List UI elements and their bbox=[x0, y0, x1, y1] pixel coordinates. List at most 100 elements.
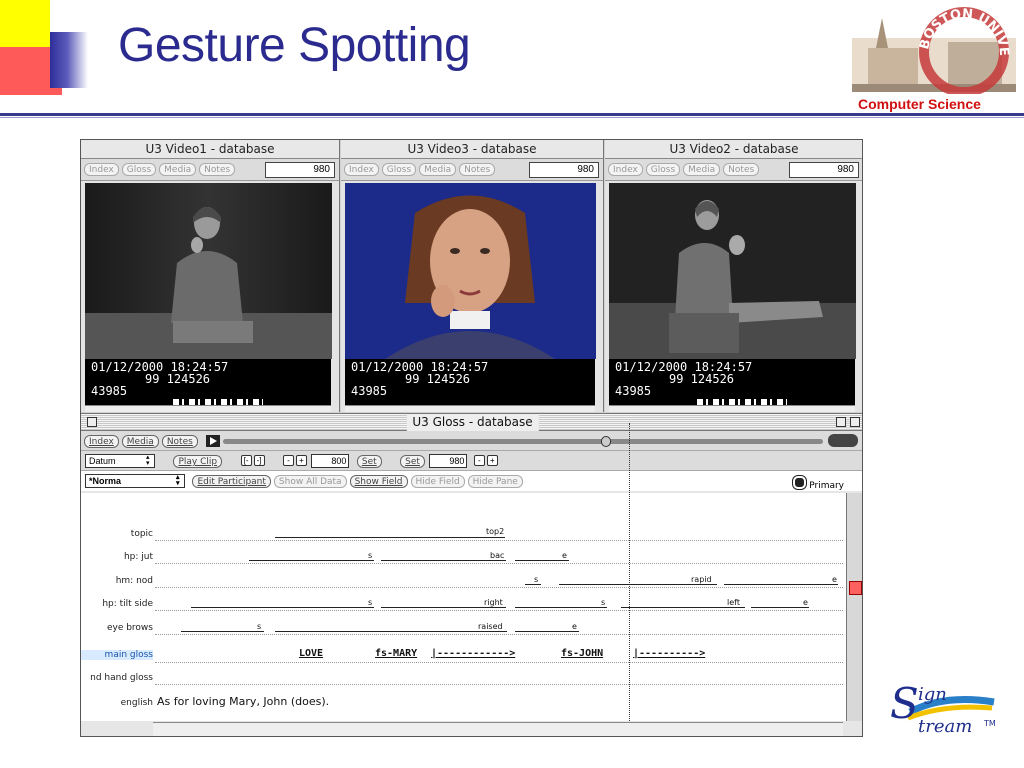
bracket-start-button[interactable]: [- bbox=[240, 455, 252, 466]
media-button[interactable]: Media bbox=[121, 435, 159, 448]
topic-segment bbox=[275, 537, 505, 538]
notes-button[interactable]: Notes bbox=[723, 163, 760, 176]
tier-label-main-gloss[interactable]: main gloss bbox=[81, 650, 153, 660]
media-button[interactable]: Media bbox=[159, 163, 197, 176]
video-window-1: U3 Video1 - database Index Gloss Media Note… bbox=[81, 140, 340, 412]
datum-select[interactable]: Datum bbox=[85, 454, 155, 468]
jut-segment-end bbox=[515, 560, 569, 561]
hide-pane-button[interactable]: Hide Pane bbox=[467, 475, 523, 488]
signstream-logo: S ign tream TM bbox=[890, 679, 996, 737]
gloss-hold-arrow-2: |----------> bbox=[633, 648, 706, 659]
tier-label-topic: topic bbox=[130, 529, 153, 539]
vertical-scrollbar[interactable] bbox=[846, 493, 862, 721]
index-button[interactable]: Index bbox=[608, 163, 643, 176]
signstream-app: U3 Video1 - database Index Gloss Media Note… bbox=[80, 139, 863, 737]
video-toolbar: Index Gloss Media Notes 980 bbox=[605, 159, 862, 181]
jut-segment-start bbox=[249, 560, 374, 561]
gloss-button[interactable]: Gloss bbox=[381, 163, 417, 176]
english-translation[interactable]: As for loving Mary, John (does). bbox=[157, 695, 329, 708]
edit-participant-button[interactable]: Edit Participant bbox=[192, 475, 271, 488]
tier-row-line bbox=[155, 540, 843, 541]
nod-start-value: s bbox=[534, 575, 539, 584]
index-button[interactable]: Index bbox=[84, 163, 119, 176]
pane-divider[interactable] bbox=[629, 423, 630, 723]
increment-end-button[interactable]: + bbox=[486, 455, 498, 466]
tilt-middle-value: s bbox=[601, 598, 606, 607]
play-clip-button[interactable]: Play Clip bbox=[173, 455, 223, 468]
set-end-button[interactable]: Set bbox=[400, 455, 425, 468]
hide-field-button[interactable]: Hide Field bbox=[410, 475, 465, 488]
increment-start-button[interactable]: + bbox=[296, 455, 307, 466]
tier-row-line bbox=[155, 634, 843, 635]
tier-label-eye-brows: eye brows bbox=[106, 623, 153, 633]
frame-number-field[interactable]: 980 bbox=[789, 162, 859, 178]
index-button[interactable]: Index bbox=[84, 435, 119, 448]
playback-slider[interactable] bbox=[223, 436, 823, 447]
department-label: Computer Science bbox=[858, 96, 981, 112]
timecode-overlay: 01/12/2000 18:24:57 99 124526 43985 bbox=[345, 359, 595, 405]
tilt-segment-left bbox=[621, 607, 745, 608]
decrement-end-button[interactable]: - bbox=[473, 455, 485, 466]
nod-segment-end bbox=[724, 584, 838, 585]
primary-radio[interactable]: Primary bbox=[793, 476, 844, 491]
nod-segment-start bbox=[525, 584, 541, 585]
horizontal-scrollbar[interactable] bbox=[153, 722, 843, 736]
svg-text:ign: ign bbox=[918, 684, 947, 705]
gloss-window-title: U3 Gloss - database bbox=[406, 414, 539, 431]
video-frame-face bbox=[345, 183, 596, 359]
tilt-right-value: right bbox=[484, 598, 503, 607]
brows-segment-end bbox=[515, 631, 579, 632]
close-box[interactable] bbox=[87, 417, 97, 427]
participant-toolbar: *Norma Edit ParticipantShow All DataShow… bbox=[81, 471, 862, 491]
notes-button[interactable]: Notes bbox=[199, 163, 236, 176]
volume-control-icon[interactable] bbox=[828, 434, 858, 447]
tier-label-hm-nod: hm: nod bbox=[115, 576, 153, 586]
show-field-button[interactable]: Show Field bbox=[349, 475, 408, 488]
video-scrollbar[interactable] bbox=[85, 405, 331, 412]
start-frame-field[interactable]: 800 bbox=[311, 454, 350, 468]
video-scrollbar[interactable] bbox=[609, 405, 855, 412]
tilt-segment-middle bbox=[515, 607, 607, 608]
notes-button[interactable]: Notes bbox=[459, 163, 496, 176]
brows-end-value: e bbox=[572, 622, 577, 631]
timecode-counter: 43985 bbox=[615, 384, 652, 398]
gloss-button[interactable]: Gloss bbox=[645, 163, 681, 176]
video-window-title[interactable]: U3 Video1 - database bbox=[81, 140, 339, 159]
video-window-title[interactable]: U3 Video3 - database bbox=[341, 140, 603, 159]
frame-number-field[interactable]: 980 bbox=[529, 162, 599, 178]
tier-label-hp-tilt-side: hp: tilt side bbox=[102, 599, 153, 609]
notes-button[interactable]: Notes bbox=[161, 435, 198, 448]
jut-start-value: s bbox=[368, 551, 373, 560]
frame-number-field[interactable]: 980 bbox=[265, 162, 335, 178]
video-window-3: U3 Video3 - database Index Gloss Media Note… bbox=[341, 140, 604, 412]
video-toolbar: Index Gloss Media Notes 980 bbox=[341, 159, 603, 181]
media-button[interactable]: Media bbox=[683, 163, 721, 176]
brows-start-value: s bbox=[257, 622, 262, 631]
index-button[interactable]: Index bbox=[344, 163, 379, 176]
gloss-button[interactable]: Gloss bbox=[121, 163, 157, 176]
video-toolbar: Index Gloss Media Notes 980 bbox=[81, 159, 339, 181]
timecode-overlay: 01/12/2000 18:24:57 99 124526 43985 bbox=[609, 359, 855, 405]
timecode-overlay: 01/12/2000 18:24:57 99 124526 43985 bbox=[85, 359, 331, 405]
gloss-title-bar[interactable]: U3 Gloss - database bbox=[81, 414, 862, 431]
zoom-box[interactable] bbox=[836, 417, 846, 427]
gloss-tiers-pane: topic top2 hp: jut s bac e hm: nod s rap… bbox=[81, 423, 846, 723]
vertical-scroll-thumb[interactable] bbox=[849, 581, 862, 595]
collapse-box[interactable] bbox=[850, 417, 860, 427]
decrement-start-button[interactable]: - bbox=[283, 455, 294, 466]
end-frame-field[interactable]: 980 bbox=[429, 454, 468, 468]
play-icon[interactable] bbox=[206, 435, 221, 447]
nod-end-value: e bbox=[832, 575, 837, 584]
video-window-title[interactable]: U3 Video2 - database bbox=[605, 140, 862, 159]
bracket-end-button[interactable]: -] bbox=[253, 455, 265, 466]
media-button[interactable]: Media bbox=[419, 163, 457, 176]
participant-select[interactable]: *Norma bbox=[85, 474, 185, 488]
tier-row-line bbox=[155, 563, 843, 564]
video-scrollbar[interactable] bbox=[345, 405, 595, 412]
tilt-segment-start bbox=[191, 607, 374, 608]
title-rule bbox=[0, 113, 1024, 116]
playback-slider-knob[interactable] bbox=[600, 436, 611, 447]
show-all-data-button[interactable]: Show All Data bbox=[273, 475, 347, 488]
set-start-button[interactable]: Set bbox=[356, 455, 382, 468]
brows-segment-start bbox=[181, 631, 264, 632]
